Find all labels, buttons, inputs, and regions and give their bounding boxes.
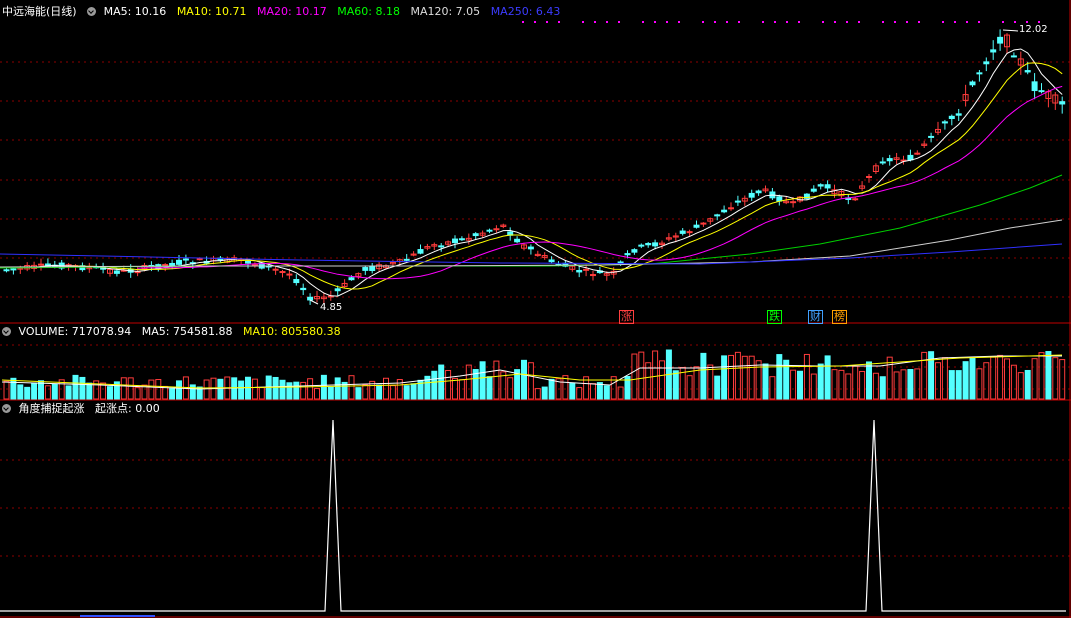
event-tag-finance[interactable]: 财: [808, 310, 823, 324]
signal-spike-line: [0, 419, 1066, 612]
indicator-header: 角度捕捉起涨 起涨点: 0.00: [2, 402, 167, 416]
ma120-label: MA120: 7.05: [410, 5, 481, 18]
ma20-label: MA20: 10.17: [257, 5, 327, 18]
ma5-label: MA5: 10.16: [103, 5, 167, 18]
high-price-label: 12.02: [1019, 24, 1048, 35]
event-tag-fall[interactable]: 跌: [767, 310, 782, 324]
price-header: 中远海能(日线) MA5: 10.16 MA10: 10.71 MA20: 10…: [2, 5, 567, 19]
volume-label: VOLUME: 717078.94: [18, 325, 132, 338]
collapse-icon[interactable]: [87, 7, 97, 16]
signal-line[interactable]: [0, 0, 1071, 618]
ma250-label: MA250: 6.43: [490, 5, 561, 18]
indicator-value: 起涨点: 0.00: [95, 402, 160, 415]
event-tag-rise[interactable]: 涨: [619, 310, 634, 324]
vol-ma5-label: MA5: 754581.88: [141, 325, 233, 338]
vol-ma10-label: MA10: 805580.38: [242, 325, 341, 338]
collapse-icon[interactable]: [2, 404, 11, 413]
indicator-name: 角度捕捉起涨: [18, 402, 85, 415]
volume-header: VOLUME: 717078.94 MA5: 754581.88 MA10: 8…: [2, 325, 348, 339]
ma60-label: MA60: 8.18: [337, 5, 400, 18]
low-price-label: 4.85: [320, 302, 343, 313]
event-tag-list[interactable]: 榜: [832, 310, 847, 324]
chart-stage: 中远海能(日线) MA5: 10.16 MA10: 10.71 MA20: 10…: [0, 0, 1071, 618]
ma10-label: MA10: 10.71: [176, 5, 247, 18]
stock-title[interactable]: 中远海能(日线): [2, 5, 77, 18]
collapse-icon[interactable]: [2, 327, 11, 336]
